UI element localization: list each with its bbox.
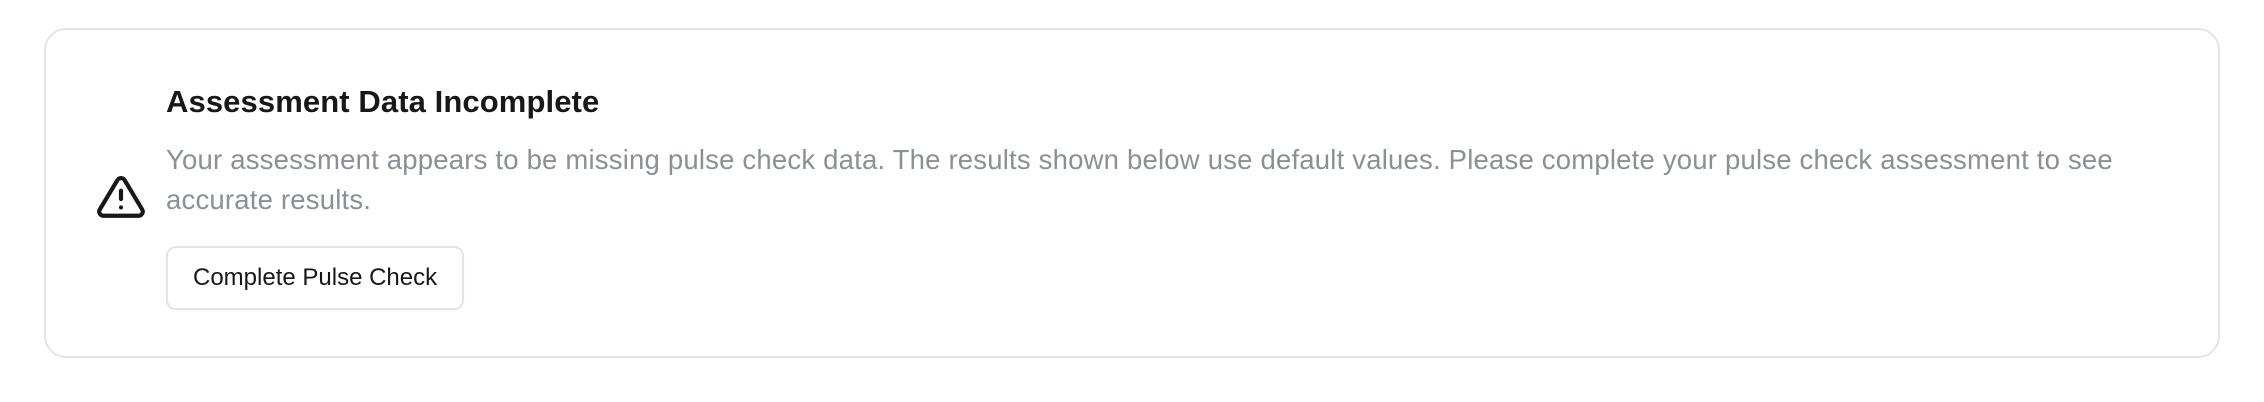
- alert-body: Assessment Data Incomplete Your assessme…: [166, 82, 2176, 310]
- complete-pulse-check-button[interactable]: Complete Pulse Check: [166, 246, 465, 310]
- alert-triangle-icon: [96, 172, 146, 222]
- assessment-incomplete-alert: Assessment Data Incomplete Your assessme…: [44, 28, 2220, 358]
- alert-description: Your assessment appears to be missing pu…: [166, 144, 2113, 215]
- alert-title: Assessment Data Incomplete: [166, 84, 600, 119]
